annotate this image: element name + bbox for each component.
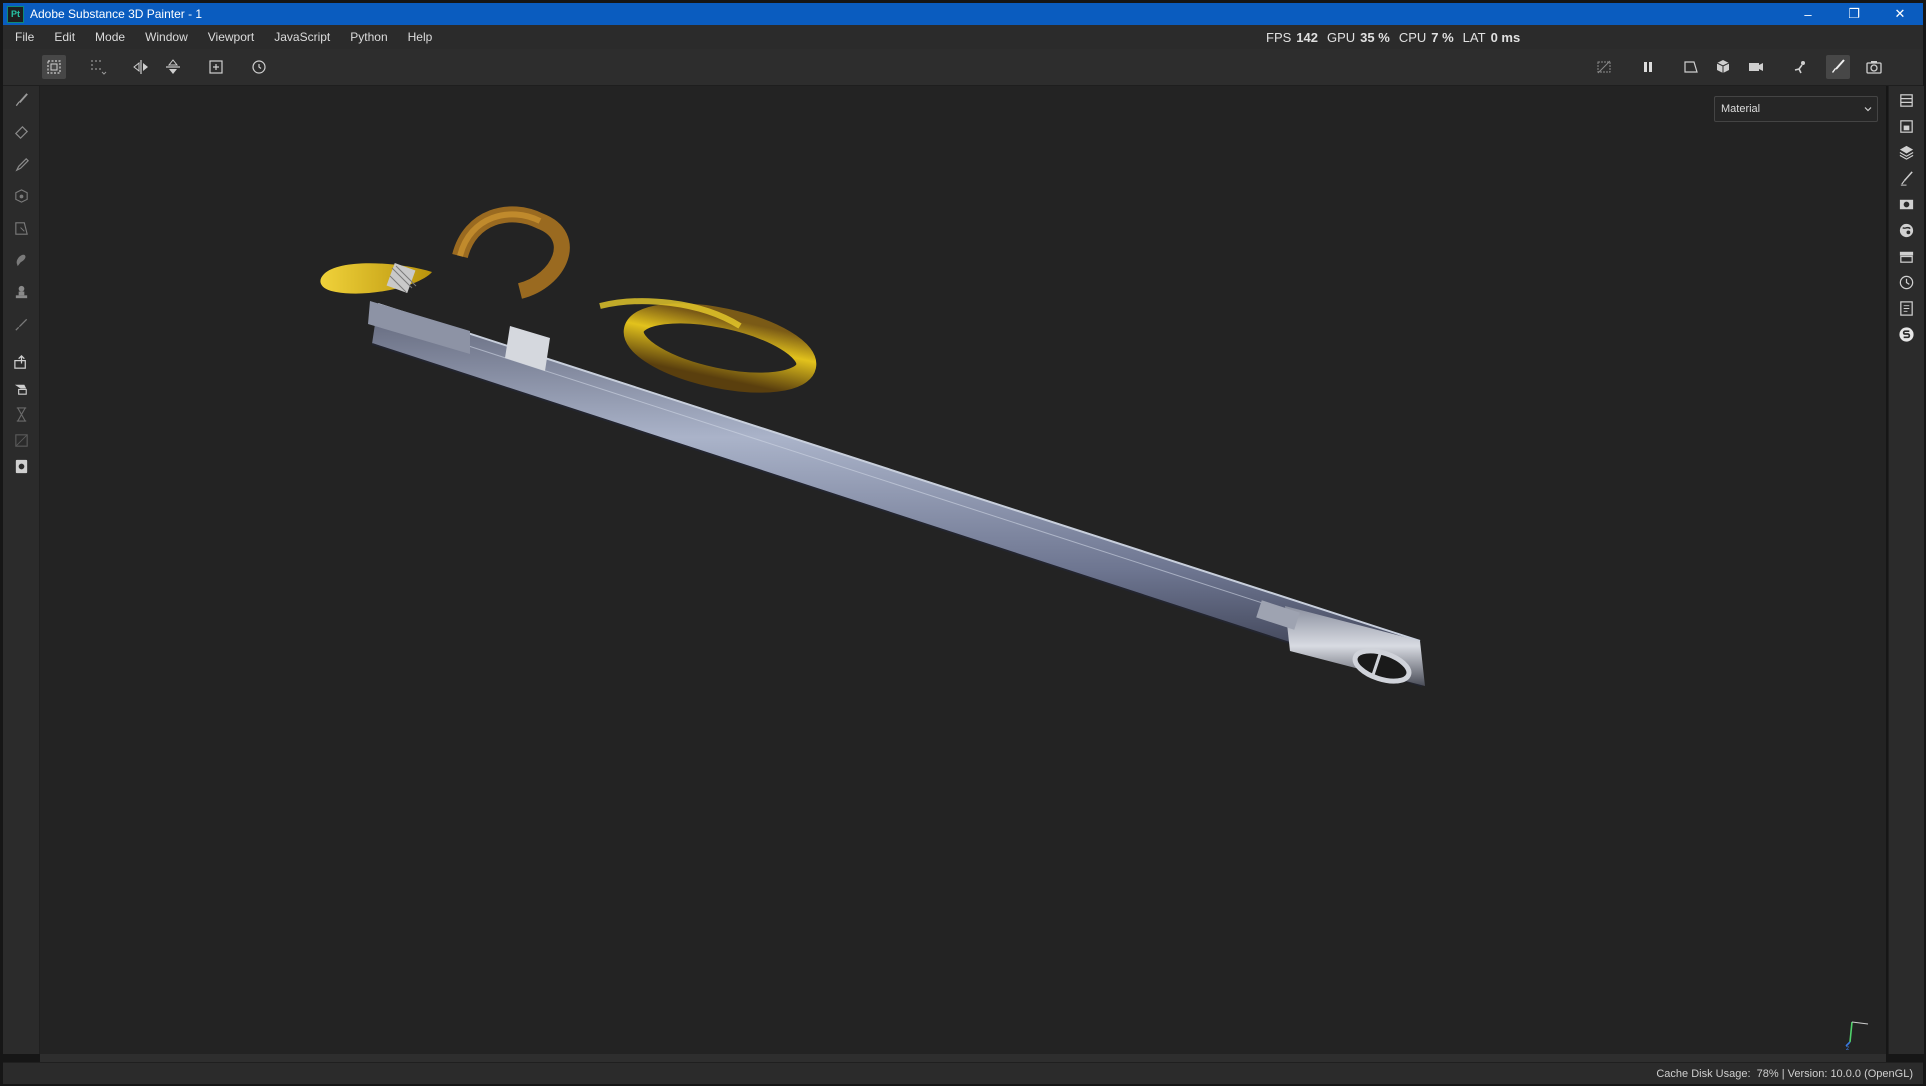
menu-mode[interactable]: Mode: [85, 25, 135, 49]
lat-value: 0 ms: [1490, 29, 1521, 45]
document-icon[interactable]: [11, 456, 31, 476]
projection-icon[interactable]: [1679, 55, 1703, 79]
fit-to-screen-icon[interactable]: [204, 55, 228, 79]
display-settings-icon[interactable]: [1896, 194, 1916, 214]
assets-icon[interactable]: [1896, 246, 1916, 266]
paint-brush-icon[interactable]: [1826, 55, 1850, 79]
view-cube-icon[interactable]: [1711, 55, 1735, 79]
reset-camera-icon[interactable]: [247, 55, 271, 79]
paint-brush-icon[interactable]: [11, 90, 31, 110]
fps-value: 142: [1296, 29, 1318, 45]
right-panel-shelf: [1888, 86, 1924, 1054]
lat-label: LAT: [1462, 29, 1486, 45]
chevron-down-icon: [1859, 104, 1877, 114]
title-bar: Pt Adobe Substance 3D Painter - 1 – ❐ ✕: [3, 3, 1923, 25]
polygon-fill-icon[interactable]: [11, 218, 31, 238]
status-bar: Cache Disk Usage: 78% | Version: 10.0.0 …: [3, 1062, 1923, 1084]
smudge-icon[interactable]: [11, 250, 31, 270]
clone-icon[interactable]: [11, 282, 31, 302]
grid-icon[interactable]: [86, 55, 110, 79]
symmetry-x-icon[interactable]: [129, 55, 153, 79]
menu-viewport[interactable]: Viewport: [198, 25, 264, 49]
texture-set-icon[interactable]: [1896, 116, 1916, 136]
symmetry-y-icon[interactable]: [161, 55, 185, 79]
shader-icon[interactable]: [1896, 220, 1916, 240]
gpu-label: GPU: [1327, 29, 1356, 45]
close-icon[interactable]: ✕: [1877, 3, 1923, 25]
log-icon[interactable]: [1896, 298, 1916, 318]
menu-python[interactable]: Python: [340, 25, 397, 49]
cpu-label: CPU: [1398, 29, 1427, 45]
color-picker-icon[interactable]: [11, 314, 31, 334]
layers-list-icon[interactable]: [1896, 90, 1916, 110]
cpu-value: 7 %: [1431, 29, 1454, 45]
3d-viewport[interactable]: [40, 86, 1886, 1054]
window-title: Adobe Substance 3D Painter - 1: [30, 7, 203, 21]
menu-bar: File Edit Mode Window Viewport JavaScrip…: [3, 25, 1923, 49]
menu-window[interactable]: Window: [135, 25, 198, 49]
properties-icon[interactable]: [1896, 168, 1916, 188]
animation-icon[interactable]: [1788, 55, 1812, 79]
camera-icon[interactable]: [1744, 55, 1768, 79]
projection-icon[interactable]: [11, 154, 31, 174]
uv-unwrap-icon[interactable]: [11, 430, 31, 450]
layers-icon[interactable]: [1896, 142, 1916, 162]
app-logo-icon: Pt: [7, 5, 24, 23]
menu-file[interactable]: File: [3, 25, 44, 49]
pause-icon[interactable]: [1636, 55, 1660, 79]
cache-disk-label: Cache Disk Usage:: [1656, 1067, 1751, 1080]
bake-icon[interactable]: [11, 378, 31, 398]
performance-stats: FPS 142 GPU 35 % CPU 7 % LAT 0 ms: [1266, 25, 1529, 49]
geometry-mask-icon[interactable]: [11, 186, 31, 206]
channel-dropdown[interactable]: Material: [1714, 96, 1878, 122]
window-controls: – ❐ ✕: [1785, 3, 1923, 25]
3d-model-render[interactable]: [40, 86, 1886, 1054]
export-icon[interactable]: [11, 352, 31, 372]
substance-icon[interactable]: [1896, 324, 1916, 344]
menu-edit[interactable]: Edit: [44, 25, 85, 49]
hourglass-icon[interactable]: [11, 404, 31, 424]
cache-disk-value: 78%: [1756, 1067, 1779, 1080]
menu-help[interactable]: Help: [398, 25, 443, 49]
menu-javascript[interactable]: JavaScript: [264, 25, 340, 49]
viewport-toolbar: [3, 49, 1923, 86]
left-tool-shelf: [3, 86, 40, 1054]
restore-icon[interactable]: ❐: [1831, 3, 1877, 25]
hide-overlay-icon[interactable]: [1592, 55, 1616, 79]
channel-dropdown-value: Material: [1721, 103, 1761, 115]
viewport-scrollbar[interactable]: [40, 1054, 1886, 1062]
screenshot-icon[interactable]: [1862, 55, 1886, 79]
svg-text:z: z: [1846, 1045, 1849, 1050]
gpu-value: 35 %: [1360, 29, 1390, 45]
selection-mode-icon[interactable]: [42, 55, 66, 79]
version-label: Version: 10.0.0 (OpenGL): [1787, 1067, 1913, 1080]
minimize-icon[interactable]: –: [1785, 3, 1831, 25]
eraser-icon[interactable]: [11, 122, 31, 142]
history-icon[interactable]: [1896, 272, 1916, 292]
fps-label: FPS: [1266, 29, 1292, 45]
axis-gizmo-icon: z: [1845, 1021, 1869, 1050]
